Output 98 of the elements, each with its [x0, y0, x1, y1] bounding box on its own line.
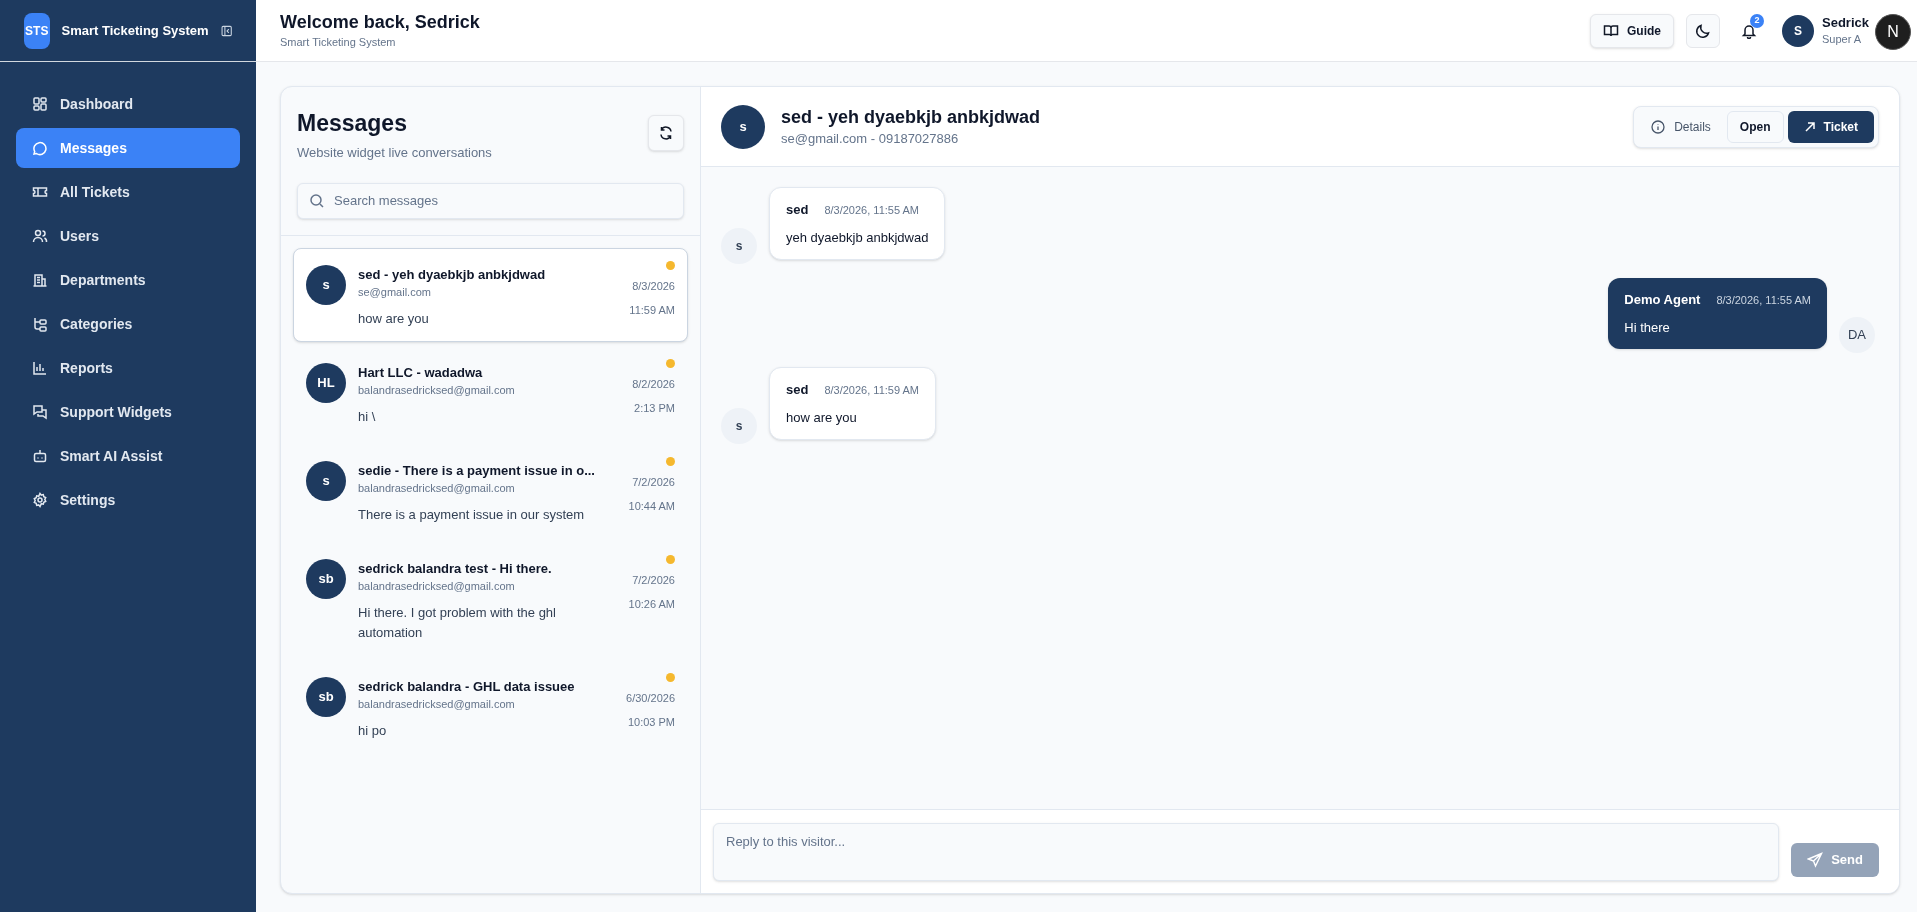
panel-subtitle: Website widget live conversations	[297, 144, 492, 162]
contact-avatar: s	[721, 104, 765, 149]
nav-item[interactable]: Settings	[16, 480, 240, 520]
avatar: HL	[306, 362, 346, 403]
notifications-button[interactable]: 2	[1732, 13, 1766, 48]
user-name: Sedrick	[1822, 14, 1869, 31]
nav-item[interactable]: Messages	[16, 128, 240, 168]
conversation-email: se@gmail.com	[358, 285, 432, 300]
message-preview: There is a payment issue in our system	[358, 505, 586, 524]
avatar: sb	[306, 676, 346, 717]
nav-item[interactable]: Departments	[16, 260, 240, 300]
conversation-title: sedie - There is a payment issue in o...	[358, 461, 596, 480]
message-text: how are you	[786, 408, 858, 427]
robot-icon	[32, 448, 48, 464]
info-icon	[1650, 118, 1667, 135]
conversation-date: 8/3/2026	[632, 278, 675, 294]
conversation-item[interactable]: sb sedrick balandra - GHL data issuee balandrasedricksed@gmail.com hi po 6/30/2026 10:03 PM	[293, 659, 688, 754]
hierarchy-icon	[32, 316, 48, 332]
reply-field[interactable]: Reply to this visitor...	[713, 822, 1780, 881]
refresh-icon	[658, 125, 674, 141]
conversation-item[interactable]: HL Hart LLC - wadadwa balandrasedricksed@gmail.com hi \ 8/2/2026 2:13 PM	[293, 345, 688, 440]
app-name: Smart Ticketing System	[61, 21, 209, 40]
conversation-time: 11:59 AM	[629, 303, 675, 318]
message-text: Hi there	[1624, 318, 1671, 337]
conversation-title: sed - yeh dyaebkjb anbkjdwad	[358, 265, 547, 284]
avatar: s	[306, 460, 346, 501]
message-preview: hi \	[358, 407, 377, 426]
conversation-time: 10:03 PM	[627, 715, 675, 730]
book-icon	[1603, 22, 1619, 39]
bell-icon	[1741, 22, 1757, 39]
moon-icon	[1695, 22, 1711, 39]
sender-name: sed	[786, 201, 809, 219]
message-time: 8/3/2026, 11:59 AM	[824, 382, 919, 398]
nav-item[interactable]: All Tickets	[16, 172, 240, 212]
conversation-title: sedrick balandra test - Hi there.	[358, 559, 553, 578]
conversation-date: 6/30/2026	[626, 690, 675, 706]
users-icon	[32, 228, 48, 244]
logo: STS	[24, 12, 50, 49]
conversation-time: 2:13 PM	[634, 401, 675, 416]
message-time: 8/3/2026, 11:55 AM	[824, 202, 919, 218]
conversation-item[interactable]: sb sedrick balandra test - Hi there. balandrasedricksed@gmail.com Hi there. I got problem with the ghl automation 7/2/2026 10:26 AM	[293, 541, 688, 656]
sender-avatar: DA	[1839, 317, 1875, 353]
nav-item[interactable]: Support Widgets	[16, 392, 240, 432]
avatar: s	[306, 264, 346, 305]
contact-info: se@gmail.com - 09187027886	[781, 129, 960, 148]
conversation-email: balandrasedricksed@gmail.com	[358, 481, 516, 496]
nav-item[interactable]: Categories	[16, 304, 240, 344]
user-role: Super A	[1822, 31, 1863, 47]
conversation-date: 7/2/2026	[632, 572, 675, 588]
message-preview: Hi there. I got problem with the ghl automation	[358, 603, 557, 642]
message-preview: how are you	[358, 309, 430, 328]
conversation-email: balandrasedricksed@gmail.com	[358, 697, 516, 712]
page-subtitle: Smart Ticketing System	[280, 35, 397, 51]
conversation-email: balandrasedricksed@gmail.com	[358, 383, 516, 398]
message-time: 8/3/2026, 11:55 AM	[1716, 292, 1811, 308]
nav-item[interactable]: Reports	[16, 348, 240, 388]
conversation-date: 7/2/2026	[632, 474, 675, 490]
conversation-title: sedrick balandra - GHL data issuee	[358, 677, 576, 696]
settings-icon	[32, 492, 48, 508]
dev-tools-badge[interactable]: N	[1875, 14, 1911, 50]
dark-mode-button[interactable]	[1686, 13, 1720, 48]
nav-item[interactable]: Dashboard	[16, 84, 240, 124]
refresh-button[interactable]	[648, 115, 684, 151]
notification-count: 2	[1750, 13, 1764, 28]
search-icon	[309, 192, 325, 209]
search-field[interactable]: Search messages	[297, 182, 684, 219]
grid-icon	[32, 96, 48, 112]
nav-item[interactable]: Smart AI Assist	[16, 436, 240, 476]
page-title: Welcome back, Sedrick	[280, 11, 480, 35]
bar-chart-icon	[32, 360, 48, 376]
conversation-date: 8/2/2026	[632, 376, 675, 392]
sender-name: sed	[786, 381, 809, 399]
details-button[interactable]: Details	[1638, 110, 1723, 143]
chat-bubbles-icon	[32, 404, 48, 420]
chat-bubble-icon	[32, 140, 48, 156]
sender-avatar: s	[721, 228, 757, 264]
sender-name: Demo Agent	[1624, 291, 1701, 309]
ticket-button[interactable]: Ticket	[1787, 110, 1874, 143]
send-icon	[1807, 851, 1824, 868]
conversation-item[interactable]: s sed - yeh dyaebkjb anbkjdwad se@gmail.com how are you 8/3/2026 11:59 AM	[293, 247, 688, 342]
conversation-email: balandrasedricksed@gmail.com	[358, 579, 516, 594]
conversation-title: Hart LLC - wadadwa	[358, 363, 484, 382]
conversation-item[interactable]: s sedie - There is a payment issue in o... balandrasedricksed@gmail.com There is a payment issue in our system 7/2/2026 10:44 AM	[293, 443, 688, 538]
sender-avatar: s	[721, 408, 757, 444]
message-text: yeh dyaebkjb anbkjdwad	[786, 228, 929, 247]
nav-item[interactable]: Users	[16, 216, 240, 256]
guide-button[interactable]: Guide	[1590, 13, 1674, 48]
avatar: sb	[306, 558, 346, 599]
panel-title: Messages	[297, 109, 408, 138]
conversation-title: sed - yeh dyaebkjb anbkjdwad	[781, 105, 1041, 129]
conversation-time: 10:26 AM	[628, 597, 675, 612]
user-avatar[interactable]: S	[1782, 14, 1814, 47]
arrow-icon	[1803, 120, 1816, 133]
message-preview: hi po	[358, 721, 388, 740]
building-icon	[32, 272, 48, 288]
conversation-time: 10:44 AM	[628, 499, 675, 514]
status-button[interactable]: Open	[1726, 110, 1784, 143]
ticket-icon	[32, 184, 48, 200]
